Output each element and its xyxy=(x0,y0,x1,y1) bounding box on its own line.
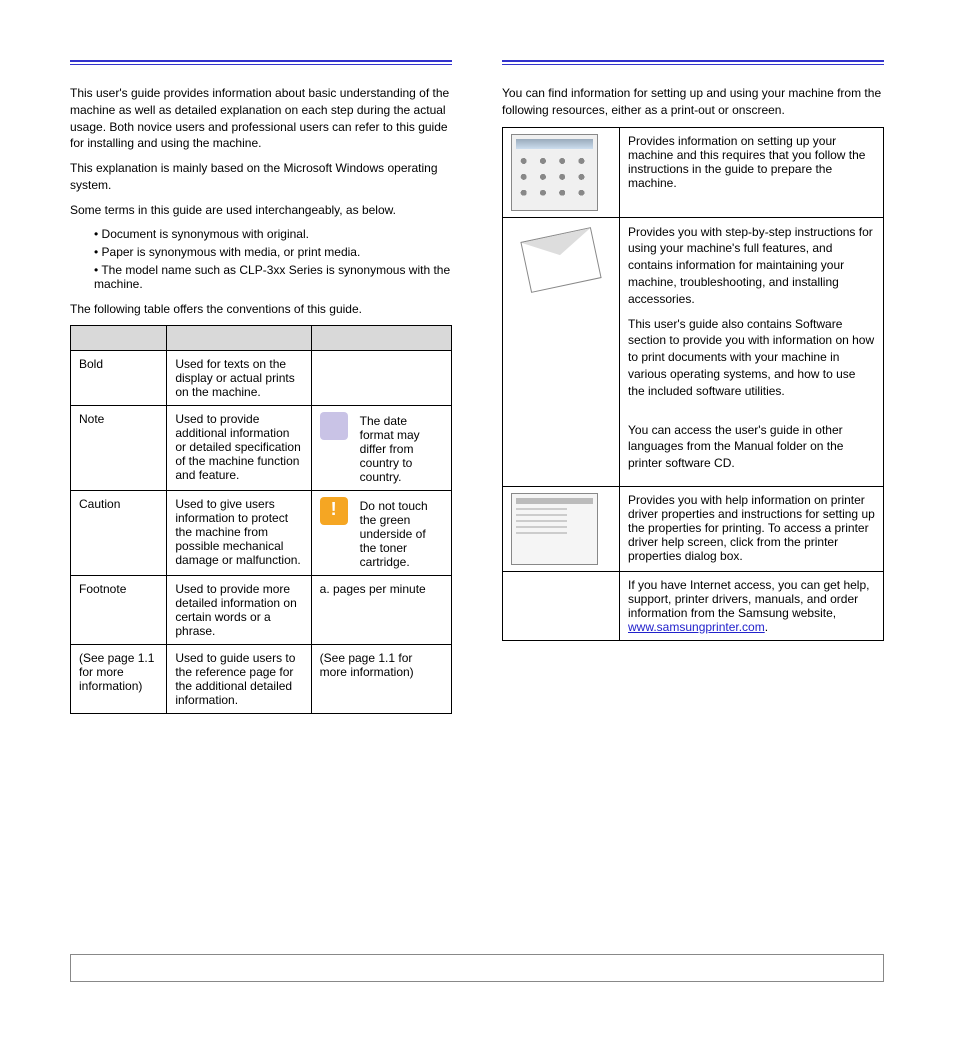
resource-thumb-cell xyxy=(503,127,620,217)
table-row: Caution Used to give users information t… xyxy=(71,491,452,576)
convention-desc: Used to guide users to the reference pag… xyxy=(167,645,311,714)
convention-desc: Used to provide additional information o… xyxy=(167,406,311,491)
section-divider xyxy=(70,64,452,65)
resource-desc: Provides you with help information on pr… xyxy=(620,486,884,571)
table-row: Provides you with step-by-step instructi… xyxy=(503,217,884,486)
conventions-table: Bold Used for texts on the display or ac… xyxy=(70,325,452,714)
note-icon xyxy=(320,412,348,440)
bullet-item: • The model name such as CLP-3xx Series … xyxy=(94,263,452,291)
resource-text: Provides you with step-by-step instructi… xyxy=(628,224,875,308)
convention-example: The date format may differ from country … xyxy=(311,406,451,491)
convention-name: Bold xyxy=(71,351,167,406)
table-row: Note Used to provide additional informat… xyxy=(71,406,452,491)
convention-example: (See page 1.1 for more information) xyxy=(311,645,451,714)
bullet-list: • Document is synonymous with original. … xyxy=(94,227,452,291)
caution-icon xyxy=(320,497,348,525)
resource-thumb-cell xyxy=(503,486,620,571)
convention-example: Do not touch the green underside of the … xyxy=(311,491,451,576)
resource-text: This user's guide also contains Software… xyxy=(628,316,875,400)
table-row: Bold Used for texts on the display or ac… xyxy=(71,351,452,406)
resource-thumb-cell xyxy=(503,217,620,486)
table-row: If you have Internet access, you can get… xyxy=(503,571,884,640)
convention-example: a. pages per minute xyxy=(311,576,451,645)
user-guide-thumbnail xyxy=(520,227,601,293)
resource-text: If you have Internet access, you can get… xyxy=(628,578,869,620)
resource-desc: Provides information on setting up your … xyxy=(620,127,884,217)
bullet-item: • Paper is synonymous with media, or pri… xyxy=(94,245,452,259)
driver-help-thumbnail xyxy=(511,493,598,565)
table-row: Footnote Used to provide more detailed i… xyxy=(71,576,452,645)
os-paragraph: This explanation is mainly based on the … xyxy=(70,160,452,194)
terms-paragraph: Some terms in this guide are used interc… xyxy=(70,202,452,219)
convention-desc: Used for texts on the display or actual … xyxy=(167,351,311,406)
resource-desc: If you have Internet access, you can get… xyxy=(620,571,884,640)
right-column: You can find information for setting up … xyxy=(502,60,884,714)
intro-paragraph: This user's guide provides information a… xyxy=(70,85,452,152)
conventions-paragraph: The following table offers the conventio… xyxy=(70,301,452,318)
resources-table: Provides information on setting up your … xyxy=(502,127,884,641)
quick-install-thumbnail xyxy=(511,134,598,211)
table-row: Provides information on setting up your … xyxy=(503,127,884,217)
convention-name: (See page 1.1 for more information) xyxy=(71,645,167,714)
section-divider xyxy=(502,60,884,62)
section-divider xyxy=(70,60,452,62)
convention-desc: Used to give users information to protec… xyxy=(167,491,311,576)
section-divider xyxy=(502,64,884,65)
resource-text: You can access the user's guide in other… xyxy=(628,422,875,472)
table-row: Provides you with help information on pr… xyxy=(503,486,884,571)
bullet-item: • Document is synonymous with original. xyxy=(94,227,452,241)
resource-desc: Provides you with step-by-step instructi… xyxy=(620,217,884,486)
convention-name: Note xyxy=(71,406,167,491)
convention-name: Caution xyxy=(71,491,167,576)
convention-name: Footnote xyxy=(71,576,167,645)
footer-box xyxy=(70,954,884,982)
left-column: This user's guide provides information a… xyxy=(70,60,452,714)
resource-thumb-cell xyxy=(503,571,620,640)
samsung-link[interactable]: www.samsungprinter.com xyxy=(628,620,765,634)
convention-example xyxy=(311,351,451,406)
table-row: (See page 1.1 for more information) Used… xyxy=(71,645,452,714)
resource-text: . xyxy=(765,620,768,634)
resources-paragraph: You can find information for setting up … xyxy=(502,85,884,119)
convention-desc: Used to provide more detailed informatio… xyxy=(167,576,311,645)
